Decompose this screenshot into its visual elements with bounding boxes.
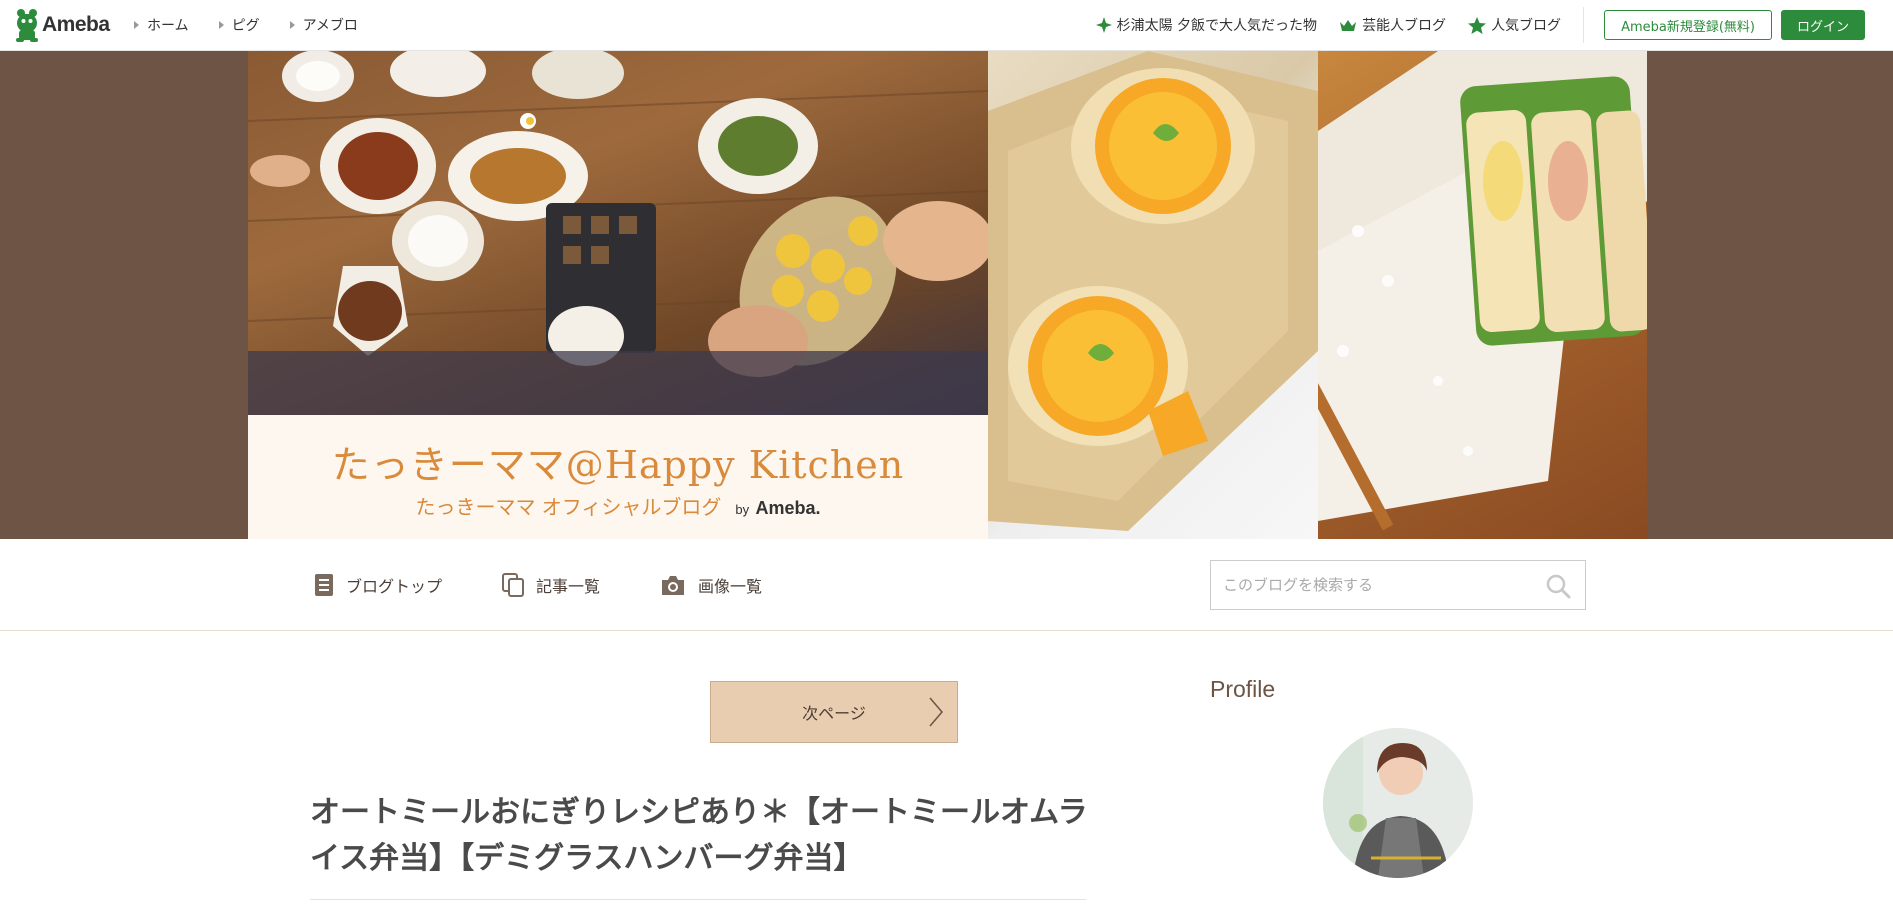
blog-search-box <box>1210 560 1586 610</box>
sandwich-photo <box>1274 51 1647 539</box>
profile-heading: Profile <box>1210 676 1276 702</box>
search-icon[interactable] <box>1545 573 1571 599</box>
blog-menu: ブログトップ 記事一覧 画像一覧 <box>0 539 1893 631</box>
popular-blog-link[interactable]: 人気ブログ <box>1468 15 1561 35</box>
image-list-label: 画像一覧 <box>698 577 763 596</box>
blog-subtitle-row: たっきーママ オフィシャルブログ by Ameba. <box>248 491 988 520</box>
nav-ameblo-label: アメブロ <box>302 18 358 34</box>
blog-header-banner[interactable]: たっきーママ@Happy Kitchen たっきーママ オフィシャルブログ by … <box>248 51 1647 539</box>
triangle-right-icon <box>289 21 295 29</box>
avatar-illustration <box>1323 728 1473 878</box>
nav-pigg-label: ピグ <box>231 18 260 34</box>
blog-top-label: ブログトップ <box>346 577 443 596</box>
global-nav: ホーム ピグ アメブロ <box>134 0 358 50</box>
food-table-photo <box>248 51 993 415</box>
ameba-brand-label: Ameba. <box>755 498 821 518</box>
blog-subtitle: たっきーママ オフィシャルブログ <box>415 495 722 519</box>
profile-avatar[interactable] <box>1323 728 1473 878</box>
blog-menu-items: ブログトップ 記事一覧 画像一覧 <box>314 539 822 631</box>
divider <box>1583 7 1585 43</box>
camera-icon <box>662 576 685 595</box>
nav-home[interactable]: ホーム <box>134 15 189 35</box>
orange-pancake-illustration <box>988 51 1318 531</box>
trending-topic-label: 杉浦太陽 夕飯で大人気だった物 <box>1116 18 1318 34</box>
ameba-logo[interactable]: Ameba <box>14 8 110 42</box>
nav-pigg[interactable]: ピグ <box>218 15 260 35</box>
trending-topic-link[interactable]: 杉浦太陽 夕飯で大人気だった物 <box>1095 15 1318 35</box>
copy-icon <box>502 573 525 597</box>
image-list-link[interactable]: 画像一覧 <box>660 573 762 597</box>
by-label: by <box>735 502 750 517</box>
login-button[interactable]: ログイン <box>1780 10 1865 40</box>
celebrity-blog-label: 芸能人ブログ <box>1362 18 1447 34</box>
food-table-illustration <box>248 51 993 415</box>
entry-list-link[interactable]: 記事一覧 <box>502 573 600 597</box>
next-page-button[interactable]: 次ページ <box>710 681 958 743</box>
global-header: Ameba ホーム ピグ アメブロ 杉浦太陽 夕飯で大人気だった物 芸能人ブログ <box>0 0 1893 51</box>
blog-search-input[interactable] <box>1211 561 1531 609</box>
nav-home-label: ホーム <box>147 18 189 34</box>
document-icon <box>315 574 333 596</box>
sparkle-icon <box>1095 17 1112 33</box>
title-divider <box>310 899 1086 900</box>
entry-list-label: 記事一覧 <box>536 577 601 596</box>
chevron-right-icon <box>929 697 943 727</box>
celebrity-blog-link[interactable]: 芸能人ブログ <box>1339 15 1446 35</box>
crown-icon <box>1340 19 1357 31</box>
popular-blog-label: 人気ブログ <box>1491 18 1562 34</box>
triangle-right-icon <box>218 21 224 29</box>
blog-title: たっきーママ@Happy Kitchen <box>331 443 905 487</box>
global-right-nav: 杉浦太陽 夕飯で大人気だった物 芸能人ブログ 人気ブログ Ameba新規登録(無… <box>1074 0 1893 50</box>
triangle-right-icon <box>134 21 139 29</box>
star-icon <box>1468 16 1487 34</box>
ameba-pig-icon <box>16 9 38 42</box>
nav-ameblo[interactable]: アメブロ <box>289 15 358 35</box>
sandwich-illustration <box>1274 51 1647 531</box>
register-button[interactable]: Ameba新規登録(無料) <box>1604 10 1772 40</box>
logo-text: Ameba <box>42 13 110 36</box>
entry-title[interactable]: オートミールおにぎりレシピあり＊【オートミールオムライス弁当】【デミグラスハンバ… <box>310 790 1090 882</box>
orange-pancake-photo <box>988 51 1318 539</box>
blog-top-link[interactable]: ブログトップ <box>314 573 442 597</box>
next-page-label: 次ページ <box>802 704 866 723</box>
